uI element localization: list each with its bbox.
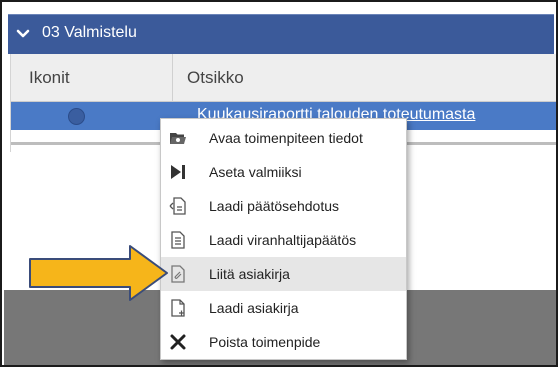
menu-item-label: Aseta valmiiksi (209, 164, 302, 180)
skip-forward-icon (171, 165, 185, 179)
menu-item-official-decision[interactable]: Laadi viranhaltijapäätös (161, 223, 406, 257)
menu-item-label: Laadi asiakirja (209, 300, 299, 316)
column-header-title[interactable]: Otsikko (173, 54, 556, 102)
section-header[interactable]: 03 Valmistelu (8, 14, 554, 54)
menu-item-decision-proposal[interactable]: Laadi päätösehdotus (161, 189, 406, 223)
menu-item-attach-document[interactable]: Liitä asiakirja (161, 257, 406, 291)
attach-document-icon (171, 265, 185, 283)
document-text-icon (171, 231, 185, 249)
menu-item-label: Laadi päätösehdotus (209, 198, 339, 214)
column-header-label: Ikonit (29, 68, 70, 87)
menu-item-set-ready[interactable]: Aseta valmiiksi (161, 155, 406, 189)
folder-open-icon (170, 133, 186, 144)
menu-item-label: Liitä asiakirja (209, 266, 290, 282)
column-header-icons[interactable]: Ikonit (11, 54, 173, 102)
new-document-icon (171, 299, 185, 317)
menu-item-label: Laadi viranhaltijapäätös (209, 232, 357, 248)
context-menu: Avaa toimenpiteen tiedot Aseta valmiiksi… (160, 118, 407, 360)
app-frame: 03 Valmistelu Ikonit Otsikko Kuukausirap… (0, 0, 558, 367)
menu-item-open-details[interactable]: Avaa toimenpiteen tiedot (161, 121, 406, 155)
menu-item-delete-action[interactable]: Poista toimenpide (161, 325, 406, 359)
circle-icon (68, 108, 85, 125)
pointer-arrow-icon (29, 245, 168, 301)
chevron-down-icon (16, 29, 30, 38)
menu-item-create-document[interactable]: Laadi asiakirja (161, 291, 406, 325)
menu-item-label: Poista toimenpide (209, 334, 321, 350)
document-edit-icon (169, 197, 186, 215)
close-icon (170, 334, 186, 350)
column-header-label: Otsikko (187, 68, 244, 87)
menu-item-label: Avaa toimenpiteen tiedot (209, 130, 363, 146)
section-title: 03 Valmistelu (42, 24, 137, 41)
